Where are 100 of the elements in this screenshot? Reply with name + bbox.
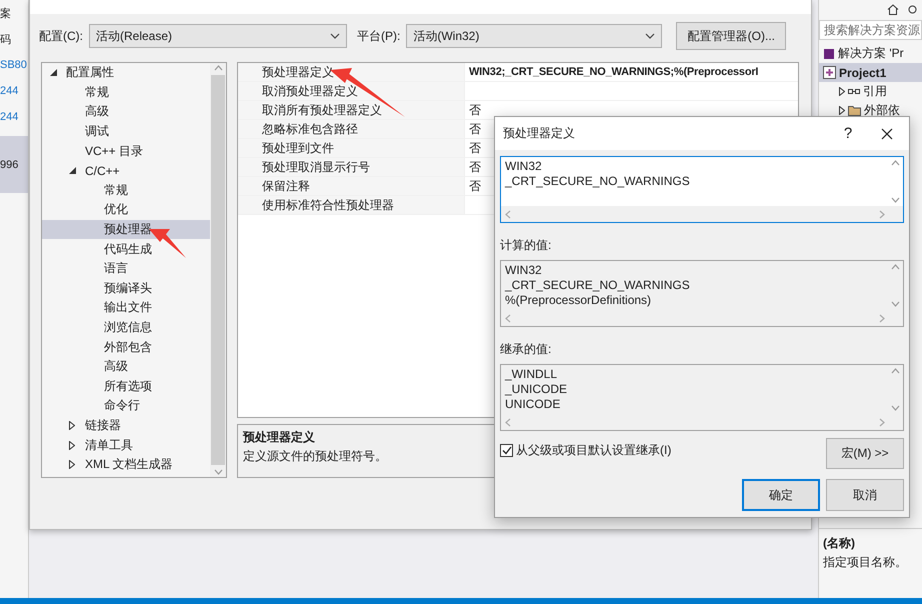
list-text: 244 [0, 110, 20, 125]
description-title: 预处理器定义 [243, 429, 315, 446]
config-label: 配置(C): [39, 28, 83, 44]
property-name[interactable]: 取消预处理器定义 [238, 82, 464, 100]
scroll-right-icon[interactable] [879, 210, 885, 218]
solution-icon [823, 48, 835, 60]
scrollbar[interactable] [210, 63, 226, 477]
expanded-triangle-icon[interactable] [50, 69, 57, 76]
tree-item[interactable]: 配置属性 [42, 63, 210, 83]
solution-tree-item[interactable]: 解决方案 'Pr [819, 44, 922, 63]
scroll-down-icon[interactable] [890, 405, 900, 411]
macro-button[interactable]: 宏(M) >> [826, 438, 904, 469]
platform-dropdown[interactable]: 活动(Win32) [406, 24, 662, 48]
collapsed-triangle-icon[interactable] [69, 460, 75, 470]
tree-label: VC++ 目录 [85, 142, 144, 160]
project-icon [823, 66, 836, 79]
definitions-editor[interactable]: WIN32 _CRT_SECURE_NO_WARNINGS [500, 156, 904, 223]
tree-label: 解决方案 'Pr [838, 45, 904, 62]
value-line: _UNICODE [505, 382, 568, 397]
collapsed-triangle-icon[interactable] [839, 106, 845, 115]
collapsed-triangle-icon[interactable] [69, 420, 75, 430]
ok-button[interactable]: 确定 [742, 479, 820, 511]
property-name[interactable]: 预处理器定义 [238, 63, 464, 81]
tree-label: 浏览信息 [104, 319, 152, 336]
solution-tree-item[interactable]: 引用 [819, 82, 922, 101]
dialog-title: 预处理器定义 [503, 125, 576, 142]
list-text: 码 [0, 32, 12, 48]
search-field[interactable]: 搜索解决方案资源 [819, 20, 922, 40]
tree-label: 代码生成 [104, 240, 152, 258]
help-button[interactable]: ? [831, 124, 865, 143]
tree-label: 常规 [104, 182, 128, 199]
tree-item[interactable]: 浏览信息 [42, 318, 210, 338]
scroll-up-icon[interactable] [890, 368, 900, 374]
tree-label: 调试 [85, 123, 109, 140]
tree-item[interactable]: 语言 [42, 258, 210, 279]
list-text: 996 [0, 136, 28, 193]
checkbox[interactable] [500, 444, 513, 457]
platform-label: 平台(P): [357, 28, 400, 44]
scroll-right-icon[interactable] [879, 418, 885, 426]
property-name[interactable]: 预处理取消显示行号 [238, 158, 464, 176]
solution-tree-item[interactable]: 外部依 [819, 101, 922, 120]
property-name[interactable]: 忽略标准包含路径 [238, 120, 464, 138]
tree-item[interactable]: 外部包含 [42, 337, 210, 357]
scroll-up-icon[interactable] [890, 160, 900, 166]
tree-item[interactable]: 常规 [42, 82, 210, 102]
home-icon[interactable] [887, 4, 899, 14]
tree-label: 预编译头 [104, 280, 152, 297]
tree-label: 预处理器 [104, 221, 152, 238]
collapsed-triangle-icon[interactable] [69, 440, 75, 450]
value-line: _WINDLL [505, 367, 558, 382]
property-name[interactable]: 保留注释 [238, 177, 464, 195]
scroll-down-icon[interactable] [890, 197, 900, 203]
tree-label: 语言 [104, 260, 128, 278]
tree-label: 所有选项 [104, 378, 152, 395]
value-line: UNICODE [505, 397, 562, 412]
cancel-button[interactable]: 取消 [826, 479, 904, 511]
tree-item[interactable]: 预处理器 [42, 220, 210, 240]
scroll-up-icon[interactable] [214, 65, 222, 71]
tree-item[interactable]: 清单工具 [42, 435, 210, 455]
scroll-left-icon[interactable] [505, 314, 511, 322]
config-dropdown[interactable]: 活动(Release) [89, 24, 347, 48]
tree-label: 输出文件 [104, 299, 152, 316]
tree-label: 外部包含 [104, 338, 152, 356]
tree-label: XML 文档生成器 [85, 456, 173, 474]
tree-item[interactable]: 常规 [42, 180, 210, 200]
property-name[interactable]: 使用标准符合性预处理器 [238, 196, 464, 214]
tree-item[interactable]: VC++ 目录 [42, 141, 210, 161]
config-manager-button[interactable]: 配置管理器(O)... [676, 22, 786, 50]
tree-item[interactable]: 高级 [42, 102, 210, 122]
tree-item[interactable]: 优化 [42, 200, 210, 220]
tree-item[interactable]: XML 文档生成器 [42, 454, 210, 474]
expanded-triangle-icon[interactable] [69, 167, 76, 174]
tree-label: 高级 [104, 358, 128, 376]
tree-item[interactable]: 输出文件 [42, 298, 210, 318]
tree-item[interactable]: 高级 [42, 356, 210, 376]
scroll-left-icon[interactable] [505, 210, 511, 218]
computed-values-box[interactable]: WIN32 _CRT_SECURE_NO_WARNINGS %(PreprocessorDefinitions) [500, 260, 904, 327]
scroll-left-icon[interactable] [505, 418, 511, 426]
value-line: _CRT_SECURE_NO_WARNINGS [505, 278, 691, 293]
scroll-up-icon[interactable] [890, 264, 900, 270]
tree-item[interactable]: 所有选项 [42, 376, 210, 396]
property-name[interactable]: 预处理到文件 [238, 139, 464, 157]
tree-item[interactable]: C/C++ [42, 160, 210, 181]
scroll-right-icon[interactable] [879, 314, 885, 322]
tree-item[interactable]: 链接器 [42, 416, 210, 436]
inherit-checkbox[interactable]: 从父级或项目默认设置继承(I) [500, 442, 672, 459]
inherited-values-box[interactable]: _WINDLL _UNICODE UNICODE [500, 364, 904, 431]
tree-item[interactable]: 代码生成 [42, 239, 210, 259]
value-line: %(PreprocessorDefinitions) [505, 293, 652, 308]
tree-label: 清单工具 [85, 436, 133, 454]
solution-tree-item[interactable]: Project1 [819, 63, 922, 82]
tree-label: C/C++ [85, 164, 120, 178]
scroll-down-icon[interactable] [890, 301, 900, 307]
tree-item[interactable]: 命令行 [42, 396, 210, 416]
property-value[interactable]: WIN32;_CRT_SECURE_NO_WARNINGS;%(PreprocessorI [464, 63, 798, 81]
property-name[interactable]: 取消所有预处理器定义 [238, 101, 464, 119]
tree-item[interactable]: 预编译头 [42, 278, 210, 298]
scroll-down-icon[interactable] [214, 469, 222, 475]
tree-item[interactable]: 调试 [42, 122, 210, 142]
collapsed-triangle-icon[interactable] [839, 87, 845, 96]
